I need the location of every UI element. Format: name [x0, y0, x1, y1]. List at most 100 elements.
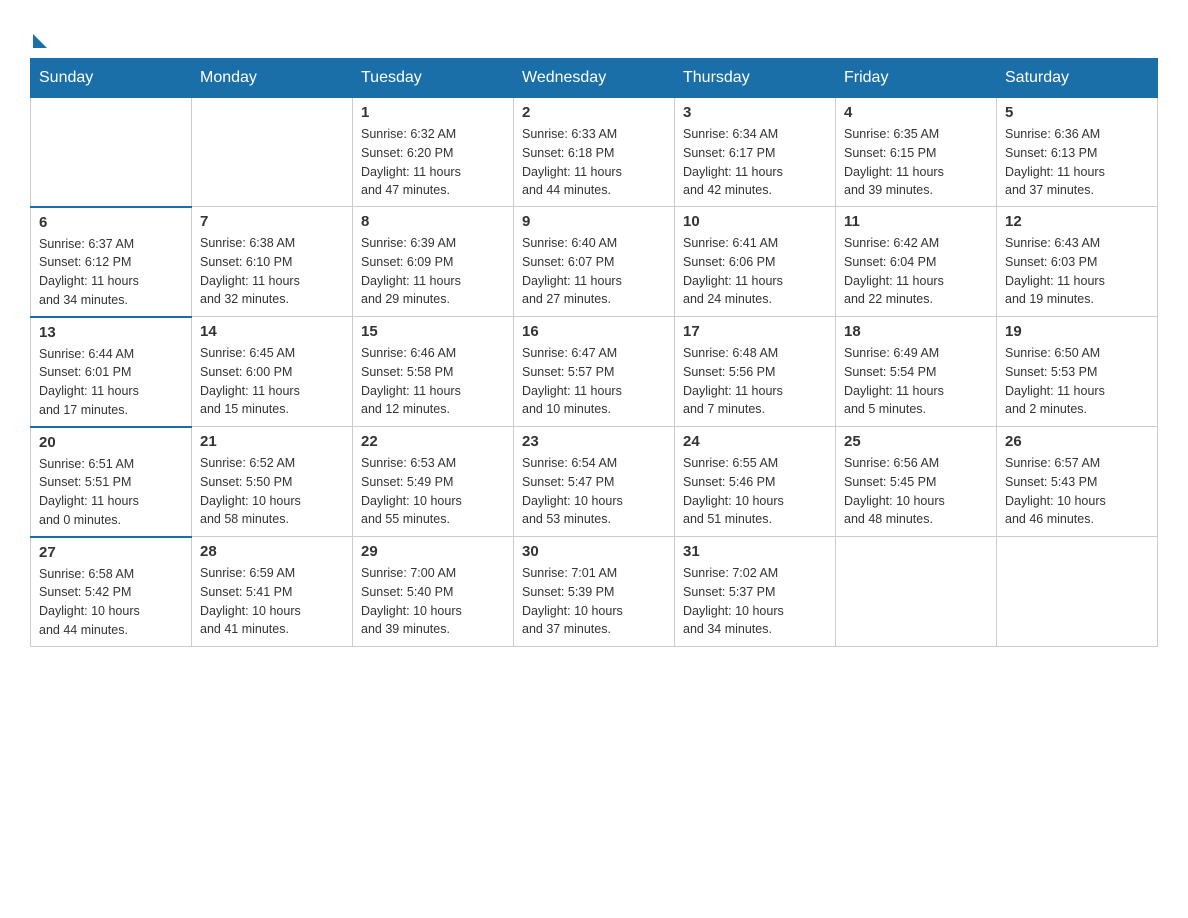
day-number: 15 — [361, 323, 505, 340]
day-header-friday: Friday — [836, 59, 997, 98]
calendar-cell: 12 Sunrise: 6:43 AMSunset: 6:03 PMDayligh… — [997, 207, 1158, 317]
day-number: 3 — [683, 104, 827, 121]
day-number: 29 — [361, 543, 505, 560]
day-number: 17 — [683, 323, 827, 340]
day-number: 8 — [361, 213, 505, 230]
calendar-cell: 26 Sunrise: 6:57 AMSunset: 5:43 PMDayligh… — [997, 427, 1158, 537]
logo-arrow-icon — [33, 34, 47, 48]
day-number: 1 — [361, 104, 505, 121]
day-info: Sunrise: 6:49 AMSunset: 5:54 PMDaylight:… — [844, 344, 988, 419]
day-number: 6 — [39, 214, 183, 231]
calendar-cell — [192, 98, 353, 207]
calendar-cell: 8 Sunrise: 6:39 AMSunset: 6:09 PMDaylight… — [353, 207, 514, 317]
day-number: 26 — [1005, 433, 1149, 450]
day-number: 16 — [522, 323, 666, 340]
day-info: Sunrise: 6:45 AMSunset: 6:00 PMDaylight:… — [200, 344, 344, 419]
calendar-cell: 18 Sunrise: 6:49 AMSunset: 5:54 PMDayligh… — [836, 317, 997, 427]
calendar-cell: 5 Sunrise: 6:36 AMSunset: 6:13 PMDaylight… — [997, 98, 1158, 207]
calendar-cell — [836, 537, 997, 647]
day-info: Sunrise: 6:51 AMSunset: 5:51 PMDaylight:… — [39, 455, 183, 530]
day-info: Sunrise: 6:37 AMSunset: 6:12 PMDaylight:… — [39, 235, 183, 310]
day-info: Sunrise: 6:43 AMSunset: 6:03 PMDaylight:… — [1005, 234, 1149, 309]
calendar-cell: 31 Sunrise: 7:02 AMSunset: 5:37 PMDayligh… — [675, 537, 836, 647]
day-number: 27 — [39, 544, 183, 561]
day-info: Sunrise: 6:50 AMSunset: 5:53 PMDaylight:… — [1005, 344, 1149, 419]
calendar-cell: 16Sunrise: 6:47 AMSunset: 5:57 PMDayligh… — [514, 317, 675, 427]
calendar-cell: 19Sunrise: 6:50 AMSunset: 5:53 PMDayligh… — [997, 317, 1158, 427]
calendar-cell: 25 Sunrise: 6:56 AMSunset: 5:45 PMDayligh… — [836, 427, 997, 537]
day-number: 23 — [522, 433, 666, 450]
calendar-cell: 21 Sunrise: 6:52 AMSunset: 5:50 PMDayligh… — [192, 427, 353, 537]
calendar-cell — [997, 537, 1158, 647]
day-number: 18 — [844, 323, 988, 340]
day-info: Sunrise: 6:36 AMSunset: 6:13 PMDaylight:… — [1005, 125, 1149, 200]
calendar-cell: 23 Sunrise: 6:54 AMSunset: 5:47 PMDayligh… — [514, 427, 675, 537]
day-number: 22 — [361, 433, 505, 450]
day-number: 14 — [200, 323, 344, 340]
day-info: Sunrise: 6:35 AMSunset: 6:15 PMDaylight:… — [844, 125, 988, 200]
day-info: Sunrise: 6:44 AMSunset: 6:01 PMDaylight:… — [39, 345, 183, 420]
day-info: Sunrise: 7:02 AMSunset: 5:37 PMDaylight:… — [683, 564, 827, 639]
day-info: Sunrise: 6:40 AMSunset: 6:07 PMDaylight:… — [522, 234, 666, 309]
day-info: Sunrise: 6:32 AMSunset: 6:20 PMDaylight:… — [361, 125, 505, 200]
day-number: 28 — [200, 543, 344, 560]
day-number: 10 — [683, 213, 827, 230]
day-number: 12 — [1005, 213, 1149, 230]
calendar-cell: 15 Sunrise: 6:46 AMSunset: 5:58 PMDayligh… — [353, 317, 514, 427]
calendar-cell: 22 Sunrise: 6:53 AMSunset: 5:49 PMDayligh… — [353, 427, 514, 537]
day-info: Sunrise: 6:56 AMSunset: 5:45 PMDaylight:… — [844, 454, 988, 529]
day-info: Sunrise: 6:33 AMSunset: 6:18 PMDaylight:… — [522, 125, 666, 200]
calendar-cell: 9 Sunrise: 6:40 AMSunset: 6:07 PMDaylight… — [514, 207, 675, 317]
calendar-cell: 14 Sunrise: 6:45 AMSunset: 6:00 PMDayligh… — [192, 317, 353, 427]
day-number: 31 — [683, 543, 827, 560]
day-number: 7 — [200, 213, 344, 230]
day-header-sunday: Sunday — [31, 59, 192, 98]
calendar-cell: 29 Sunrise: 7:00 AMSunset: 5:40 PMDayligh… — [353, 537, 514, 647]
day-number: 20 — [39, 434, 183, 451]
calendar-cell: 17 Sunrise: 6:48 AMSunset: 5:56 PMDayligh… — [675, 317, 836, 427]
day-info: Sunrise: 6:41 AMSunset: 6:06 PMDaylight:… — [683, 234, 827, 309]
day-number: 5 — [1005, 104, 1149, 121]
day-info: Sunrise: 6:57 AMSunset: 5:43 PMDaylight:… — [1005, 454, 1149, 529]
calendar-cell: 30 Sunrise: 7:01 AMSunset: 5:39 PMDayligh… — [514, 537, 675, 647]
day-info: Sunrise: 6:54 AMSunset: 5:47 PMDaylight:… — [522, 454, 666, 529]
day-info: Sunrise: 6:53 AMSunset: 5:49 PMDaylight:… — [361, 454, 505, 529]
day-info: Sunrise: 7:00 AMSunset: 5:40 PMDaylight:… — [361, 564, 505, 639]
day-number: 30 — [522, 543, 666, 560]
calendar-cell: 3 Sunrise: 6:34 AMSunset: 6:17 PMDaylight… — [675, 98, 836, 207]
calendar-table: SundayMondayTuesdayWednesdayThursdayFrid… — [30, 58, 1158, 647]
day-header-wednesday: Wednesday — [514, 59, 675, 98]
day-number: 11 — [844, 213, 988, 230]
day-info: Sunrise: 6:39 AMSunset: 6:09 PMDaylight:… — [361, 234, 505, 309]
day-info: Sunrise: 6:46 AMSunset: 5:58 PMDaylight:… — [361, 344, 505, 419]
calendar-cell: 10 Sunrise: 6:41 AMSunset: 6:06 PMDayligh… — [675, 207, 836, 317]
day-header-saturday: Saturday — [997, 59, 1158, 98]
day-number: 9 — [522, 213, 666, 230]
day-number: 2 — [522, 104, 666, 121]
day-header-thursday: Thursday — [675, 59, 836, 98]
logo — [30, 30, 47, 48]
calendar-cell: 27Sunrise: 6:58 AMSunset: 5:42 PMDayligh… — [31, 537, 192, 647]
day-info: Sunrise: 6:34 AMSunset: 6:17 PMDaylight:… — [683, 125, 827, 200]
day-number: 25 — [844, 433, 988, 450]
day-number: 13 — [39, 324, 183, 341]
calendar-cell: 2 Sunrise: 6:33 AMSunset: 6:18 PMDaylight… — [514, 98, 675, 207]
calendar-cell: 13 Sunrise: 6:44 AMSunset: 6:01 PMDayligh… — [31, 317, 192, 427]
calendar-cell: 7 Sunrise: 6:38 AMSunset: 6:10 PMDaylight… — [192, 207, 353, 317]
day-info: Sunrise: 6:52 AMSunset: 5:50 PMDaylight:… — [200, 454, 344, 529]
day-number: 21 — [200, 433, 344, 450]
day-info: Sunrise: 6:38 AMSunset: 6:10 PMDaylight:… — [200, 234, 344, 309]
day-header-tuesday: Tuesday — [353, 59, 514, 98]
page-header — [30, 20, 1158, 48]
day-info: Sunrise: 6:42 AMSunset: 6:04 PMDaylight:… — [844, 234, 988, 309]
day-number: 24 — [683, 433, 827, 450]
calendar-cell: 6 Sunrise: 6:37 AMSunset: 6:12 PMDaylight… — [31, 207, 192, 317]
calendar-cell: 4 Sunrise: 6:35 AMSunset: 6:15 PMDaylight… — [836, 98, 997, 207]
calendar-cell: 20 Sunrise: 6:51 AMSunset: 5:51 PMDayligh… — [31, 427, 192, 537]
day-info: Sunrise: 6:55 AMSunset: 5:46 PMDaylight:… — [683, 454, 827, 529]
day-header-monday: Monday — [192, 59, 353, 98]
calendar-cell: 1 Sunrise: 6:32 AMSunset: 6:20 PMDaylight… — [353, 98, 514, 207]
day-info: Sunrise: 7:01 AMSunset: 5:39 PMDaylight:… — [522, 564, 666, 639]
day-number: 4 — [844, 104, 988, 121]
day-info: Sunrise: 6:48 AMSunset: 5:56 PMDaylight:… — [683, 344, 827, 419]
